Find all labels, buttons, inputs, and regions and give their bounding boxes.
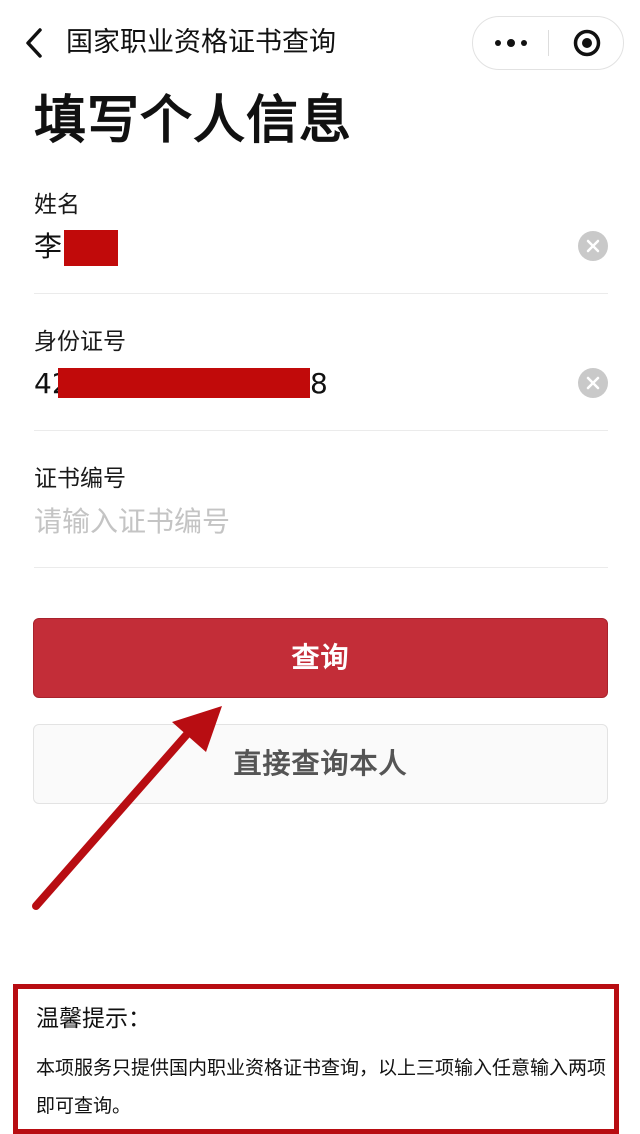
divider	[34, 430, 608, 431]
cert-number-field[interactable]: 证书编号	[34, 460, 608, 570]
page-heading: 填写个人信息	[34, 91, 353, 151]
cert-number-input[interactable]	[34, 502, 554, 540]
tip-title: 温馨提示：	[36, 1006, 151, 1032]
id-number-label: 身份证号	[34, 329, 126, 355]
id-number-suffix: 8	[310, 367, 328, 400]
query-self-button[interactable]: 直接查询本人	[33, 724, 608, 804]
id-number-field[interactable]: 身份证号 42 8	[34, 323, 608, 433]
mini-program-capsule	[472, 16, 624, 70]
nav-title: 国家职业资格证书查询	[66, 27, 336, 58]
more-dots-icon[interactable]	[473, 17, 549, 69]
redaction-mark	[58, 368, 310, 398]
tip-box: 温馨提示： 本项服务只提供国内职业资格证书查询，以上三项输入任意输入两项即可查询…	[13, 984, 619, 1134]
cert-number-label: 证书编号	[34, 466, 126, 492]
target-circle-icon[interactable]	[549, 17, 624, 69]
name-value: 李	[34, 230, 63, 263]
clear-icon[interactable]	[578, 368, 608, 398]
redaction-mark	[64, 230, 118, 266]
clear-icon[interactable]	[578, 231, 608, 261]
name-field[interactable]: 姓名 李	[34, 186, 608, 296]
chevron-left-icon[interactable]	[22, 26, 50, 60]
navigation-bar: 国家职业资格证书查询	[0, 0, 640, 88]
tip-body: 本项服务只提供国内职业资格证书查询，以上三项输入任意输入两项即可查询。	[36, 1057, 607, 1117]
divider	[34, 293, 608, 294]
divider	[34, 567, 608, 568]
query-button[interactable]: 查询	[33, 618, 608, 698]
name-label: 姓名	[34, 192, 80, 218]
